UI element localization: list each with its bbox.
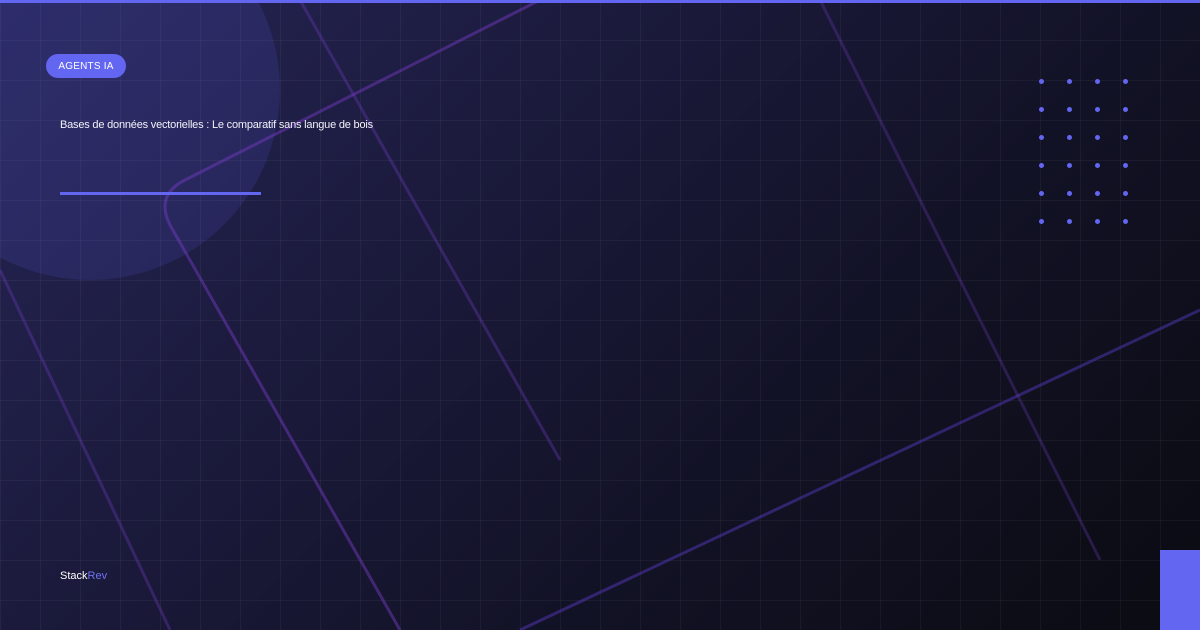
brand-logo: StackRev — [60, 570, 107, 582]
diagonal-line-5 — [519, 308, 1200, 630]
brand-name-main: Stack — [60, 570, 88, 582]
diagonal-line-3 — [163, 0, 541, 630]
dot-grid — [1039, 79, 1131, 225]
grid-dot — [1123, 219, 1128, 224]
og-card: AGENTS IA Bases de données vectorielles … — [0, 0, 1200, 630]
grid-dot — [1123, 107, 1128, 112]
grid-dot — [1067, 219, 1072, 224]
grid-dot — [1067, 191, 1072, 196]
grid-dot — [1095, 219, 1100, 224]
grid-dot — [1039, 191, 1044, 196]
grid-dot — [1095, 191, 1100, 196]
brand-name-accent: Rev — [87, 570, 108, 582]
diagonal-line-1 — [298, 0, 562, 461]
decorative-lines — [0, 0, 1200, 630]
grid-dot — [1095, 163, 1100, 168]
grid-dot — [1039, 219, 1044, 224]
corner-accent-block — [1160, 550, 1200, 630]
grid-dot — [1067, 163, 1072, 168]
headline-underline — [60, 192, 261, 195]
grid-dot — [1067, 107, 1072, 112]
grid-dot — [1067, 79, 1072, 84]
grid-dot — [1123, 191, 1128, 196]
grid-dot — [1123, 163, 1128, 168]
grid-dot — [1123, 135, 1128, 140]
grid-dot — [1039, 135, 1044, 140]
grid-dot — [1039, 79, 1044, 84]
grid-dot — [1039, 107, 1044, 112]
category-badge-label: AGENTS IA — [58, 60, 114, 72]
grid-dot — [1095, 79, 1100, 84]
grid-dot — [1067, 135, 1072, 140]
grid-dot — [1123, 79, 1128, 84]
grid-dot — [1039, 163, 1044, 168]
headline: Bases de données vectorielles : Le compa… — [60, 119, 373, 131]
grid-dot — [1095, 135, 1100, 140]
top-accent-bar — [0, 0, 1200, 3]
category-badge: AGENTS IA — [46, 54, 126, 78]
grid-dot — [1095, 107, 1100, 112]
